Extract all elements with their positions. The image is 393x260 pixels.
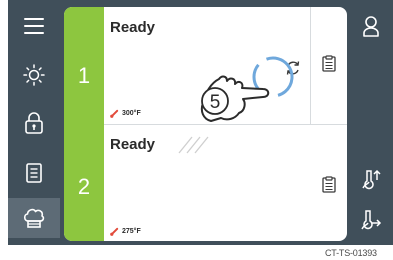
lock-icon [25,112,43,134]
recipe-book-icon [26,163,42,183]
probe-up-icon [362,169,381,190]
probe-thermometer-icon [110,227,119,236]
slot-temperature: 300°F [110,109,141,118]
slot-divider [310,7,311,124]
probe-thermometer-icon [110,109,119,118]
slot-number: 2 [77,174,91,199]
slot-temperature: 275°F [110,227,141,236]
user-icon [363,16,379,37]
recipe-book-button[interactable] [8,153,60,193]
chef-hat-icon [23,208,45,228]
right-sidebar [349,0,393,245]
motion-lines [178,136,209,154]
left-sidebar [8,0,60,245]
figure-caption: CT-TS-01393 [325,248,377,258]
light-button[interactable] [8,55,60,95]
user-button[interactable] [349,6,393,46]
probe-right-icon [361,210,382,230]
menu-button[interactable] [8,6,60,46]
light-icon [23,64,45,86]
probe-right-button[interactable] [349,200,393,240]
step-number: 5 [210,92,221,113]
temperature-value: 300°F [122,110,141,117]
temperature-value: 275°F [122,228,141,235]
slot-status: Ready [110,19,156,36]
recipe-icon[interactable] [320,176,338,194]
probe-up-button[interactable] [349,160,393,200]
recipe-icon[interactable] [320,55,338,73]
slot-status: Ready [110,136,156,153]
menu-icon [24,18,44,34]
tap-gesture-callout: 5 [178,56,294,154]
lock-button[interactable] [8,103,60,143]
slot-number: 1 [77,63,91,88]
step-badge: 5 [201,87,229,115]
cooking-mode-button[interactable] [8,198,60,238]
